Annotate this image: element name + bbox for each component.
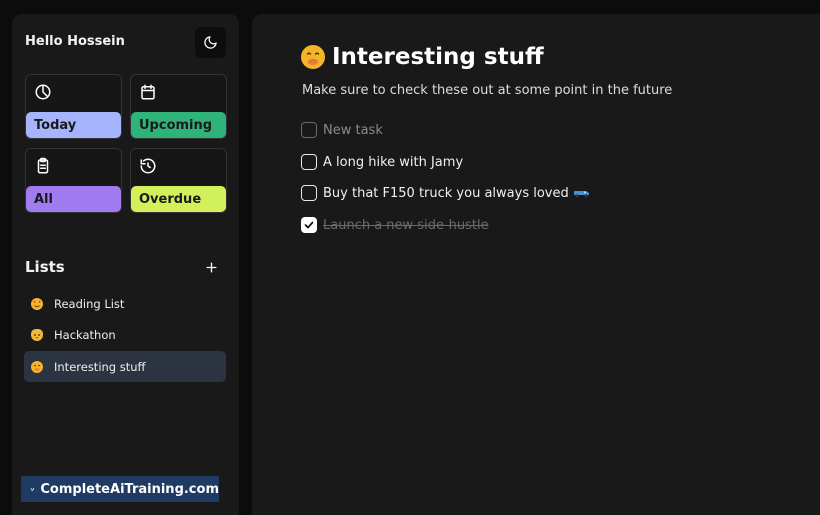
sidebar: Hello Hossein Today Upcoming All Overdue… — [12, 14, 239, 515]
task-checkbox[interactable] — [301, 122, 317, 138]
list-title: Interesting stuff — [332, 44, 544, 70]
filter-card-label: Overdue — [131, 186, 226, 212]
logo-icon — [30, 481, 35, 498]
task-text: Launch a new side-hustle — [323, 218, 489, 233]
list-item-label: Hackathon — [54, 328, 116, 342]
task-text: Buy that F150 truck you always loved — [323, 186, 569, 201]
history-icon — [139, 157, 157, 175]
theme-toggle-button[interactable] — [195, 27, 226, 58]
new-task-row[interactable]: New task — [301, 122, 383, 138]
face-with-hand-over-mouth-emoji-icon — [301, 45, 325, 69]
add-list-button[interactable] — [202, 258, 220, 276]
pickup-truck-emoji-icon — [573, 188, 591, 198]
task-checkbox[interactable] — [301, 154, 317, 170]
list-item-label: Reading List — [54, 297, 124, 311]
face-with-hand-over-mouth-emoji-icon — [31, 361, 43, 373]
pie-chart-icon — [34, 83, 52, 101]
filter-card-upcoming[interactable]: Upcoming — [130, 74, 227, 139]
greeting: Hello Hossein — [25, 34, 125, 49]
list-description: Make sure to check these out at some poi… — [302, 83, 672, 98]
watermark-banner: CompleteAiTraining.com — [21, 476, 219, 502]
lists-heading: Lists — [25, 258, 65, 276]
star-struck-emoji-icon — [31, 298, 43, 310]
sidebar-list-item-hackathon[interactable]: Hackathon — [24, 319, 226, 350]
task-row[interactable]: A long hike with Jamy — [301, 154, 463, 170]
main-panel: Interesting stuff Make sure to check the… — [252, 14, 820, 515]
filter-card-all[interactable]: All — [25, 148, 122, 213]
filter-card-label: Today — [26, 112, 121, 138]
cat-emoji-icon — [31, 329, 43, 341]
filter-card-label: All — [26, 186, 121, 212]
sidebar-list-item-interesting-stuff[interactable]: Interesting stuff — [24, 351, 226, 382]
task-row[interactable]: Buy that F150 truck you always loved — [301, 185, 591, 201]
plus-icon — [205, 261, 218, 274]
checkmark-icon — [303, 219, 315, 231]
task-row[interactable]: Launch a new side-hustle — [301, 217, 489, 233]
filter-card-label: Upcoming — [131, 112, 226, 138]
task-checkbox-checked[interactable] — [301, 217, 317, 233]
task-text: A long hike with Jamy — [323, 155, 463, 170]
moon-icon — [203, 35, 218, 50]
clipboard-icon — [34, 157, 52, 175]
filter-card-today[interactable]: Today — [25, 74, 122, 139]
list-title-row: Interesting stuff — [301, 44, 544, 70]
list-item-label: Interesting stuff — [54, 360, 145, 374]
filter-card-overdue[interactable]: Overdue — [130, 148, 227, 213]
sidebar-list-item-reading-list[interactable]: Reading List — [24, 288, 226, 319]
task-checkbox[interactable] — [301, 185, 317, 201]
watermark-text: CompleteAiTraining.com — [40, 482, 219, 497]
new-task-input[interactable]: New task — [323, 123, 383, 138]
calendar-icon — [139, 83, 157, 101]
